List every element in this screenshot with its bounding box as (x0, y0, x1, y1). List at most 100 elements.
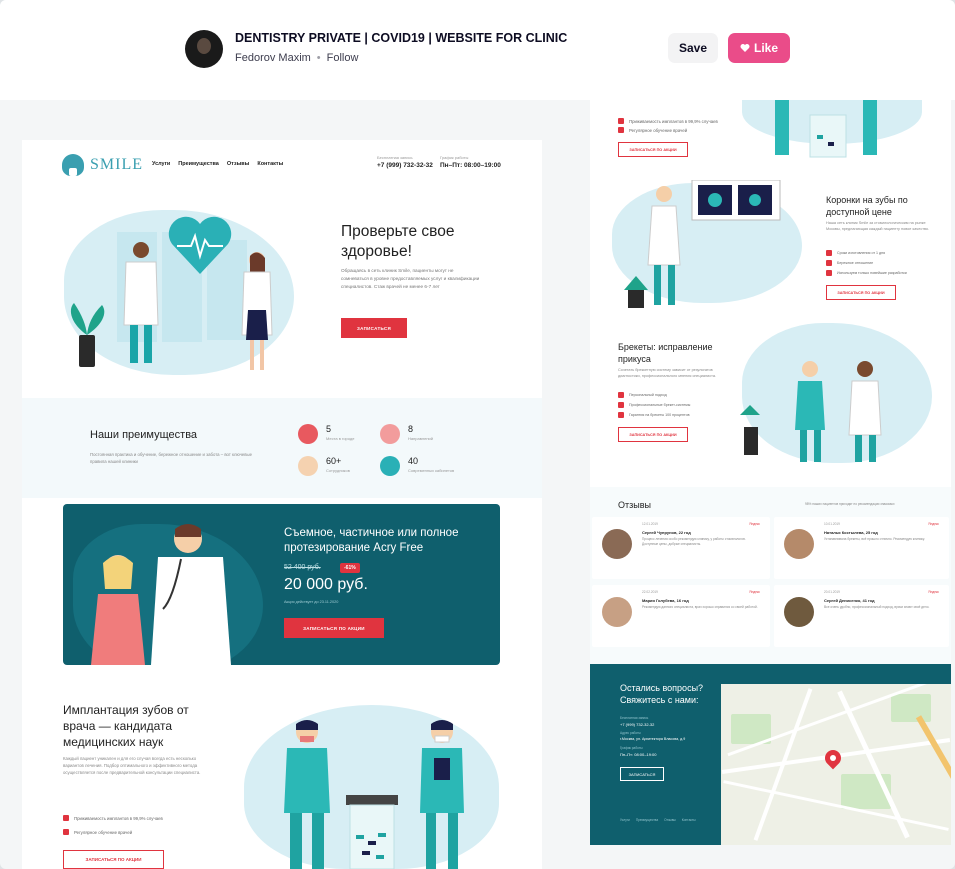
nav-item-reviews[interactable]: Отзывы (227, 161, 249, 167)
stat-rooms: 40 Современных кабинетов (380, 456, 454, 476)
promo-banner: Съемное, частичное или полное протезиров… (63, 504, 500, 665)
check-label: Регулярное обучение врачей (629, 127, 688, 133)
braces-title: Брекеты: исправление прикуса (618, 342, 713, 364)
contact-phone-label: Бесплатная запись (620, 716, 649, 720)
website-mockup-secondary: Приживаемость имплантов в 99,9% случаев … (590, 100, 951, 487)
check-label: Регулярное обучение врачей (74, 829, 133, 835)
heart-pulse-icon (168, 216, 232, 274)
phone-label: Бесплатная запись (377, 155, 413, 160)
implant-signup-button[interactable]: ЗАПИСАТЬСЯ ПО АКЦИИ (63, 850, 164, 869)
braces-signup-button[interactable]: ЗАПИСАТЬСЯ ПО АКЦИИ (618, 427, 688, 442)
check-label: Гарантия на брекеты 100 процентов (629, 413, 690, 417)
mouth-icon (380, 424, 400, 444)
staff-icon (298, 456, 318, 476)
new-price: 20 000 руб. (284, 576, 368, 593)
crowns-check-3: Используем только новейшие разработки (826, 270, 907, 276)
website-mockup-main: SMILE Услуги Преимущества Отзывы Контакт… (22, 140, 542, 869)
doctor-male-figure (123, 242, 159, 363)
check-label: Приживаемость имплантов в 99,9% случаев (74, 815, 163, 821)
review-source[interactable]: Яндекс (749, 590, 760, 594)
crowns-signup-button[interactable]: ЗАПИСАТЬСЯ ПО АКЦИИ (826, 285, 896, 300)
like-label: Like (753, 41, 778, 55)
reviewer-avatar (602, 529, 632, 559)
top-signup-button[interactable]: ЗАПИСАТЬСЯ ПО АКЦИИ (618, 142, 688, 157)
plant-icon (70, 303, 105, 367)
footer-link-services[interactable]: Услуги (620, 818, 630, 822)
review-card: 10.01.2019 Яндекс Наталья Костылева, 25 … (774, 517, 949, 579)
review-source[interactable]: Яндекс (749, 522, 760, 526)
reviewer-name: Сергей Денисенко, 41 год (824, 598, 875, 603)
checkbox-icon (618, 392, 624, 398)
heart-icon (740, 44, 750, 52)
reviewer-name: Мария Голубева, 16 год (642, 598, 689, 603)
check-label: Профессиональные брекет-системы (629, 403, 691, 407)
hero-title: Проверьте свое здоровье! (341, 223, 455, 260)
check-label: Персональный подход (629, 393, 667, 397)
stat-value: 5 (326, 424, 332, 434)
save-button[interactable]: Save (668, 33, 718, 63)
old-price: 52 400 руб. (284, 564, 321, 571)
author-avatar[interactable] (185, 30, 223, 68)
stat-value: 40 (408, 456, 419, 466)
footer-link-advantages[interactable]: Преимущества (636, 818, 658, 822)
review-date: 20.01.2019 (824, 590, 840, 594)
reviews-title: Отзывы (618, 500, 651, 510)
advantages-title: Наши преимущества (90, 429, 198, 441)
contact-phone[interactable]: +7 (999) 732-32-32 (620, 722, 654, 727)
site-logo[interactable]: SMILE (62, 154, 143, 176)
implant-check-2: Регулярное обучение врачей (63, 829, 132, 835)
separator-dot: • (316, 52, 321, 64)
implant-title: Имплантация зубов от врача — кандидата м… (63, 703, 189, 749)
review-source[interactable]: Яндекс (928, 590, 939, 594)
review-card: 22.02.2019 Яндекс Мария Голубева, 16 год… (592, 585, 770, 647)
footer-link-contacts[interactable]: Контакты (682, 818, 696, 822)
top-check-2: Регулярное обучение врачей (618, 127, 687, 133)
reviewer-name: Сергей Чупрунов, 22 год (642, 530, 691, 535)
checkbox-icon (826, 250, 832, 256)
follow-link[interactable]: Follow (327, 52, 359, 64)
checkbox-icon (618, 402, 624, 408)
like-button[interactable]: Like (728, 33, 790, 63)
crowns-check-2: Бережное отношение (826, 260, 873, 266)
location-map[interactable] (721, 684, 951, 845)
author-name[interactable]: Fedorov Maxim (235, 52, 311, 64)
check-label: Бережное отношение (837, 261, 874, 265)
braces-check-3: Гарантия на брекеты 100 процентов (618, 412, 690, 418)
advantages-text: Постоянная практика и обучение, бережное… (90, 452, 252, 464)
checkbox-icon (618, 127, 624, 133)
stat-value: 8 (408, 424, 414, 434)
checkbox-icon (618, 412, 624, 418)
nav-item-advantages[interactable]: Преимущества (178, 161, 219, 167)
hours-label: График работы (440, 155, 469, 160)
stat-directions: 8 Направлений (380, 424, 433, 444)
contact-signup-button[interactable]: ЗАПИСАТЬСЯ (620, 767, 664, 781)
header-phone: Бесплатная запись +7 (999) 732-32-32 (377, 155, 433, 169)
review-text: Все очень удобно, профессиональный подхо… (824, 605, 930, 609)
checkbox-icon (63, 815, 69, 821)
footer-link-reviews[interactable]: Отзывы (664, 818, 676, 822)
header-hours: График работы Пн–Пт: 08:00–19:00 (440, 155, 501, 169)
stat-label: Современных кабинетов (408, 468, 455, 473)
review-text: Устанавливала брекеты, всё прошло отличн… (824, 537, 925, 541)
phone-number[interactable]: +7 (999) 732-32-32 (377, 162, 433, 169)
review-card: 20.01.2019 Яндекс Сергей Денисенко, 41 г… (774, 585, 949, 647)
crowns-check-1: Сроки изготовления от 1 дня (826, 250, 885, 256)
crowns-title: Коронки на зубы по доступной цене (826, 195, 908, 217)
implant-check-1: Приживаемость имплантов в 99,9% случаев (63, 815, 163, 821)
hero-signup-button[interactable]: ЗАПИСАТЬСЯ (341, 318, 407, 338)
nav-item-services[interactable]: Услуги (152, 161, 170, 167)
contact-hours-label: График работы (620, 746, 643, 750)
crowns-text: Наша сеть клиник Smile за стоматологичес… (826, 221, 930, 231)
tooth-icon (62, 154, 84, 176)
contact-section: Остались вопросы? Свяжитесь с нами: Бесп… (590, 664, 951, 845)
map-pin-icon[interactable] (821, 746, 845, 770)
checkbox-icon (63, 829, 69, 835)
nav-item-contacts[interactable]: Контакты (257, 161, 283, 167)
check-label: Используем только новейшие разработки (837, 271, 907, 275)
review-source[interactable]: Яндекс (928, 522, 939, 526)
braces-doctors-illustration (740, 361, 882, 462)
checkbox-icon (826, 270, 832, 276)
promo-signup-button[interactable]: ЗАПИСАТЬСЯ ПО АКЦИИ (284, 618, 384, 638)
top-check-1: Приживаемость имплантов в 99,9% случаев (618, 118, 718, 124)
checkbox-icon (618, 118, 624, 124)
